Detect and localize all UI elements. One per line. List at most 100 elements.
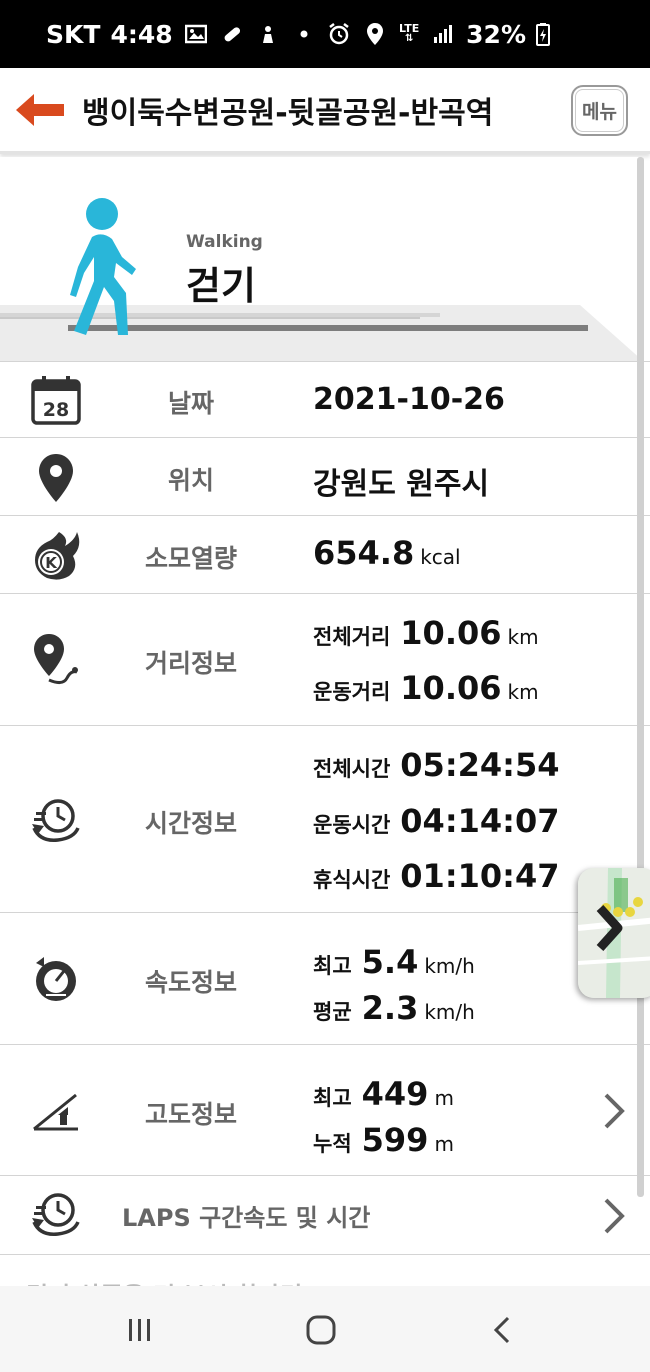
battery-percent: 32% xyxy=(466,19,526,49)
distance-label: 거리정보 xyxy=(144,649,237,678)
max-speed-unit: km/h xyxy=(424,954,475,978)
calendar-day-text: 28 xyxy=(43,399,69,421)
avg-speed-value: 2.3 xyxy=(361,989,419,1027)
total-distance-label: 전체거리 xyxy=(313,625,391,649)
max-altitude-value: 449 xyxy=(361,1075,429,1113)
activity-subtitle: Walking xyxy=(186,232,263,252)
cumulative-altitude-value: 599 xyxy=(361,1121,429,1159)
rest-time-line: 휴식시간 01:10:47 xyxy=(313,857,559,895)
exercise-time-label: 운동시간 xyxy=(313,813,391,837)
system-nav-bar xyxy=(0,1286,650,1372)
pill-notification-icon xyxy=(219,21,245,47)
max-speed-line: 최고 5.4 km/h xyxy=(313,943,475,981)
max-speed-value: 5.4 xyxy=(361,943,419,981)
time-row: 시간정보 전체시간 05:24:54 운동시간 04:14:07 휴식시간 01… xyxy=(0,726,650,913)
exercise-distance-value: 10.06 xyxy=(400,669,502,707)
date-label: 날짜 xyxy=(167,389,214,418)
exercise-distance-line: 운동거리 10.06 km xyxy=(313,669,539,707)
avg-speed-line: 평균 2.3 km/h xyxy=(313,989,475,1027)
total-time-line: 전체시간 05:24:54 xyxy=(313,746,559,784)
exercise-time-line: 운동시간 04:14:07 xyxy=(313,802,559,840)
altitude-row[interactable]: 고도정보 최고 449 m 누적 599 m xyxy=(0,1045,650,1176)
exercise-time-value: 04:14:07 xyxy=(400,802,560,840)
map-thumbnail-icon xyxy=(578,868,650,998)
image-notification-icon xyxy=(183,21,209,47)
max-altitude-label: 최고 xyxy=(313,1086,352,1110)
battery-charging-icon xyxy=(536,21,550,47)
calorie-icon-letter: K xyxy=(45,554,58,572)
location-status-icon xyxy=(362,21,388,47)
back-chevron-icon xyxy=(493,1316,510,1344)
date-row: 28 날짜 2021-10-26 xyxy=(0,361,650,438)
lte-icon: LTE ⇅ xyxy=(399,22,420,44)
partial-row-text: 걷기 상품을 더 보시 한다면 xyxy=(26,1276,302,1286)
calorie-flame-icon: K xyxy=(28,527,84,583)
stats-list: 28 날짜 2021-10-26 위치 강원도 원주시 K 소모열량 654.8… xyxy=(0,361,650,1255)
laps-label: LAPS 구간속도 및 시간 xyxy=(122,1204,371,1232)
rest-time-value: 01:10:47 xyxy=(400,857,560,895)
calories-row: K 소모열량 654.8 kcal xyxy=(0,516,650,594)
partial-next-row: 걷기 상품을 더 보시 한다면 xyxy=(0,1256,650,1286)
calories-unit: kcal xyxy=(420,545,461,569)
rest-time-label: 휴식시간 xyxy=(313,868,391,892)
speed-row: 속도정보 최고 5.4 km/h 평균 2.3 km/h xyxy=(0,913,650,1045)
location-row: 위치 강원도 원주시 xyxy=(0,438,650,516)
altitude-icon xyxy=(28,1083,84,1139)
arrow-left-icon xyxy=(16,94,64,126)
menu-button[interactable]: 메뉴 xyxy=(571,85,628,136)
altitude-label: 고도정보 xyxy=(144,1100,237,1129)
walking-person-icon xyxy=(70,198,136,335)
clock-time: 4:48 xyxy=(110,19,173,49)
laps-row[interactable]: LAPS 구간속도 및 시간 xyxy=(0,1176,650,1255)
map-thumbnail-button[interactable] xyxy=(578,868,650,998)
calendar-icon: 28 xyxy=(28,372,84,428)
date-value: 2021-10-26 xyxy=(313,382,505,417)
signal-icon xyxy=(430,21,456,47)
activity-hero: Walking 걷기 xyxy=(0,157,643,361)
chevron-right-icon xyxy=(604,1198,625,1234)
exercise-distance-label: 운동거리 xyxy=(313,680,391,704)
time-label: 시간정보 xyxy=(144,809,237,838)
total-time-value: 05:24:54 xyxy=(400,746,560,784)
location-pin-icon xyxy=(28,450,84,506)
app-notification-icon xyxy=(255,21,281,47)
location-value: 강원도 원주시 xyxy=(313,467,490,502)
clock-icon xyxy=(28,792,84,848)
cumulative-altitude-unit: m xyxy=(434,1132,454,1156)
app-header: 뱅이둑수변공원-뒷골공원-반곡역 메뉴 xyxy=(0,68,650,154)
carrier-label: SKT xyxy=(46,19,101,49)
recent-apps-icon xyxy=(129,1319,150,1341)
activity-title: 걷기 xyxy=(186,264,256,308)
calories-value: 654.8 xyxy=(313,534,415,572)
speedometer-icon xyxy=(28,951,84,1007)
total-distance-unit: km xyxy=(507,625,539,649)
more-notifications-dot-icon xyxy=(291,21,317,47)
total-distance-line: 전체거리 10.06 km xyxy=(313,614,539,652)
max-speed-label: 최고 xyxy=(313,954,352,978)
recent-apps-button[interactable] xyxy=(118,1308,162,1352)
alarm-icon xyxy=(326,21,352,47)
laps-clock-icon xyxy=(28,1186,84,1242)
home-button[interactable] xyxy=(299,1308,343,1352)
distance-row: 거리정보 전체거리 10.06 km 운동거리 10.06 km xyxy=(0,594,650,726)
avg-speed-unit: km/h xyxy=(424,1000,475,1024)
exercise-distance-unit: km xyxy=(507,680,539,704)
avg-speed-label: 평균 xyxy=(313,1000,352,1024)
chevron-right-icon xyxy=(604,1093,625,1129)
cumulative-altitude-line: 누적 599 m xyxy=(313,1121,454,1159)
total-distance-value: 10.06 xyxy=(400,614,502,652)
scrollbar[interactable] xyxy=(637,157,644,1197)
system-back-button[interactable] xyxy=(481,1308,525,1352)
calories-label: 소모열량 xyxy=(144,544,237,573)
calories-value-line: 654.8 kcal xyxy=(313,534,461,572)
location-label: 위치 xyxy=(167,466,214,495)
app-screen: SKT 4:48 LTE ⇅ 32% 뱅이둑수변공원-뒷골공원-반곡역 메뉴 W… xyxy=(0,0,650,1372)
speed-label: 속도정보 xyxy=(144,968,237,997)
max-altitude-unit: m xyxy=(434,1086,454,1110)
total-time-label: 전체시간 xyxy=(313,757,391,781)
cumulative-altitude-label: 누적 xyxy=(313,1132,352,1156)
max-altitude-line: 최고 449 m xyxy=(313,1075,454,1113)
home-icon xyxy=(306,1315,336,1345)
status-bar: SKT 4:48 LTE ⇅ 32% xyxy=(0,0,650,68)
back-button[interactable] xyxy=(14,90,66,130)
